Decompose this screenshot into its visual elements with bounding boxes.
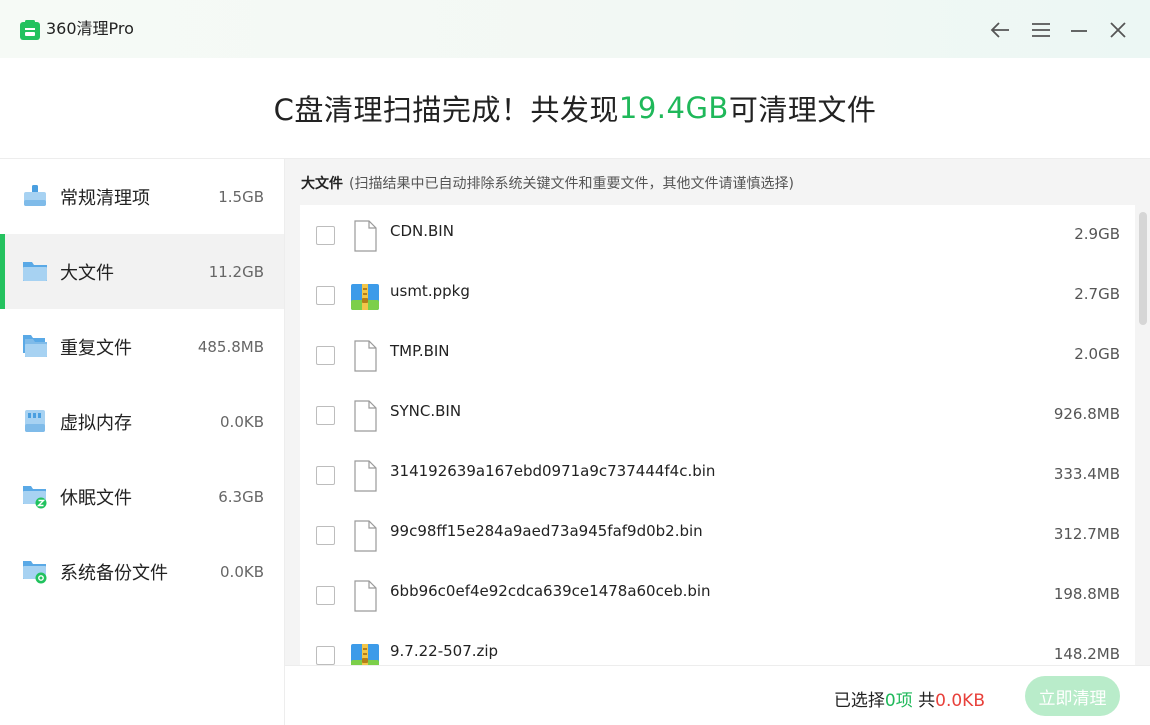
document-icon bbox=[354, 580, 377, 612]
menu-icon bbox=[1032, 23, 1050, 37]
folder-duplicate-icon bbox=[23, 335, 47, 357]
sidebar-item-duplicate-files[interactable]: 重复文件 485.8MB bbox=[0, 309, 284, 384]
file-size: 198.8MB bbox=[1053, 585, 1120, 603]
sidebar-item-regular[interactable]: 常规清理项 1.5GB bbox=[0, 159, 284, 234]
file-name: CDN.BIN bbox=[390, 222, 454, 240]
file-checkbox[interactable] bbox=[316, 466, 335, 485]
file-name: 9.7.22-507.zip bbox=[390, 642, 499, 660]
selected-count: 0项 bbox=[884, 691, 913, 711]
sidebar-item-label: 系统备份文件 bbox=[60, 562, 168, 584]
file-size: 148.2MB bbox=[1053, 645, 1120, 663]
file-size: 333.4MB bbox=[1053, 465, 1120, 483]
file-checkbox[interactable] bbox=[316, 406, 335, 425]
sidebar-item-size: 0.0KB bbox=[220, 412, 264, 431]
sidebar-item-size: 11.2GB bbox=[208, 262, 264, 281]
file-size: 926.8MB bbox=[1053, 405, 1120, 423]
file-checkbox[interactable] bbox=[316, 286, 335, 305]
sidebar-item-size: 485.8MB bbox=[197, 337, 264, 356]
app-title: 360清理Pro bbox=[46, 19, 134, 38]
sidebar-item-system-backup[interactable]: 系统备份文件 0.0KB bbox=[0, 534, 284, 609]
close-icon bbox=[1110, 22, 1126, 38]
sidebar-item-size: 1.5GB bbox=[218, 187, 264, 206]
document-icon bbox=[354, 340, 377, 372]
sidebar-item-label: 虚拟内存 bbox=[60, 412, 132, 434]
list-item[interactable]: TMP.BIN 2.0GB bbox=[300, 325, 1135, 385]
sidebar-item-label: 常规清理项 bbox=[60, 187, 150, 209]
list-scrollbar[interactable] bbox=[1139, 212, 1147, 325]
sidebar-item-label: 重复文件 bbox=[60, 337, 132, 359]
document-icon bbox=[354, 220, 377, 252]
footer-bar: 已选择0项 共0.0KB 立即清理 bbox=[285, 665, 1150, 725]
file-name: SYNC.BIN bbox=[390, 402, 462, 420]
file-name: TMP.BIN bbox=[390, 342, 450, 360]
sidebar-item-hibernation-files[interactable]: 休眠文件 6.3GB bbox=[0, 459, 284, 534]
scan-result-headline: C盘清理扫描完成！共发现 19.4GB 可清理文件 bbox=[0, 58, 1150, 158]
sidebar-item-size: 0.0KB bbox=[220, 562, 264, 581]
file-checkbox[interactable] bbox=[316, 226, 335, 245]
file-size: 2.9GB bbox=[1074, 225, 1120, 243]
headline-amount: 19.4GB bbox=[618, 91, 729, 125]
minimize-icon bbox=[1071, 30, 1087, 32]
list-item[interactable]: 9.7.22-507.zip 148.2MB bbox=[300, 625, 1135, 666]
sidebar-item-label: 大文件 bbox=[60, 262, 114, 284]
memory-card-icon bbox=[25, 410, 45, 432]
file-name: 6bb96c0ef4e92cdca639ce1478a60ceb.bin bbox=[390, 582, 711, 600]
category-sidebar: 常规清理项 1.5GB 大文件 11.2GB 重复文件 485.8MB 虚拟内存… bbox=[0, 158, 285, 725]
broom-icon bbox=[24, 185, 46, 206]
file-size: 2.7GB bbox=[1074, 285, 1120, 303]
close-button[interactable] bbox=[1106, 18, 1130, 42]
menu-button[interactable] bbox=[1029, 18, 1053, 42]
document-icon bbox=[354, 520, 377, 552]
list-item[interactable]: CDN.BIN 2.9GB bbox=[300, 205, 1135, 265]
section-header: 大文件 (扫描结果中已自动排除系统关键文件和重要文件，其他文件请谨慎选择) bbox=[301, 173, 794, 193]
file-name: 99c98ff15e284a9aed73a945faf9d0b2.bin bbox=[390, 522, 703, 540]
file-name: usmt.ppkg bbox=[390, 282, 470, 300]
file-checkbox[interactable] bbox=[316, 526, 335, 545]
minimize-button[interactable] bbox=[1067, 18, 1091, 42]
file-checkbox[interactable] bbox=[316, 346, 335, 365]
folder-icon bbox=[23, 262, 47, 281]
list-item[interactable]: usmt.ppkg 2.7GB bbox=[300, 265, 1135, 325]
file-checkbox[interactable] bbox=[316, 586, 335, 605]
sidebar-item-label: 休眠文件 bbox=[60, 487, 132, 509]
list-item[interactable]: 6bb96c0ef4e92cdca639ce1478a60ceb.bin 198… bbox=[300, 565, 1135, 625]
sidebar-item-size: 6.3GB bbox=[218, 487, 264, 506]
selected-prefix: 已选择 bbox=[833, 691, 885, 711]
file-name: 314192639a167ebd0971a9c737444f4c.bin bbox=[390, 462, 716, 480]
backup-folder-icon bbox=[23, 561, 47, 584]
list-item[interactable]: 99c98ff15e284a9aed73a945faf9d0b2.bin 312… bbox=[300, 505, 1135, 565]
list-item[interactable]: SYNC.BIN 926.8MB bbox=[300, 385, 1135, 445]
file-size: 312.7MB bbox=[1053, 525, 1120, 543]
total-size: 0.0KB bbox=[935, 691, 985, 711]
back-icon bbox=[990, 22, 1009, 38]
file-list-panel: 大文件 (扫描结果中已自动排除系统关键文件和重要文件，其他文件请谨慎选择) CDN… bbox=[285, 158, 1150, 666]
clean-now-button[interactable]: 立即清理 bbox=[1025, 676, 1120, 716]
archive-icon bbox=[351, 284, 379, 310]
total-prefix: 共 bbox=[918, 691, 936, 711]
sidebar-item-virtual-memory[interactable]: 虚拟内存 0.0KB bbox=[0, 384, 284, 459]
file-list[interactable]: CDN.BIN 2.9GB usmt.ppkg 2.7GB TMP.BIN 2.… bbox=[300, 205, 1135, 666]
document-icon bbox=[354, 460, 377, 492]
selection-summary: 已选择0项 共0.0KB bbox=[834, 686, 985, 711]
list-item[interactable]: 314192639a167ebd0971a9c737444f4c.bin 333… bbox=[300, 445, 1135, 505]
headline-suffix: 可清理文件 bbox=[728, 93, 877, 127]
title-bar: 360清理Pro bbox=[0, 0, 1150, 58]
archive-icon bbox=[351, 644, 379, 666]
app-window: 360清理Pro C盘清理扫描完成！共发现 19.4GB 可清理文件 常规清理项… bbox=[0, 0, 1150, 725]
sleep-folder-icon bbox=[23, 486, 47, 509]
section-title: 大文件 bbox=[301, 176, 343, 192]
section-note: (扫描结果中已自动排除系统关键文件和重要文件，其他文件请谨慎选择) bbox=[349, 176, 794, 192]
file-checkbox[interactable] bbox=[316, 646, 335, 665]
back-button[interactable] bbox=[988, 18, 1012, 42]
sidebar-item-large-files[interactable]: 大文件 11.2GB bbox=[0, 234, 284, 309]
headline-prefix: C盘清理扫描完成！共发现 bbox=[273, 93, 619, 127]
app-logo-icon bbox=[20, 20, 40, 40]
document-icon bbox=[354, 400, 377, 432]
file-size: 2.0GB bbox=[1074, 345, 1120, 363]
